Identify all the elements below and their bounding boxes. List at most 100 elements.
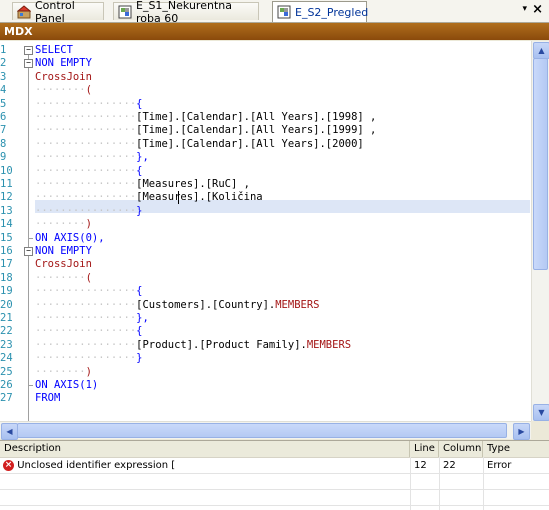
- line-number: 21: [0, 312, 13, 324]
- keyword-token: }: [136, 352, 143, 365]
- indent-whitespace: ················: [35, 298, 137, 311]
- indent-whitespace: ················: [35, 325, 137, 338]
- tab-e-s1-nekurentna-roba[interactable]: E_S1_Nekurentna roba 60: [113, 0, 259, 25]
- horizontal-scrollbar[interactable]: ◀ ▶: [0, 421, 531, 440]
- keyword-token: SELECT: [35, 44, 73, 56]
- keyword-token: },: [136, 151, 149, 164]
- line-number: 26: [0, 379, 13, 391]
- indent-whitespace: ················: [35, 191, 137, 204]
- code-line: ················[Customers].[Country].ME…: [35, 299, 320, 311]
- code-line: ················[Time].[Calendar].[All Y…: [35, 111, 376, 123]
- column-header-line[interactable]: Line: [410, 441, 439, 457]
- line-number: 27: [0, 392, 13, 405]
- line-number: 19: [0, 285, 13, 298]
- code-line: NON EMPTY: [35, 245, 92, 257]
- vertical-scroll-thumb[interactable]: [533, 58, 548, 270]
- error-icon: ×: [3, 459, 14, 471]
- text-caret: [178, 191, 179, 205]
- indent-whitespace: ················: [35, 97, 137, 110]
- error-list-panel: Description Line Column Type × Unclosed …: [0, 440, 549, 510]
- tab-label: E_S1_Nekurentna roba 60: [136, 0, 232, 25]
- line-number: 25: [0, 365, 13, 378]
- keyword-token: FROM: [35, 392, 61, 405]
- fold-toggle-icon[interactable]: −: [24, 46, 33, 55]
- keyword-token: {: [136, 325, 143, 338]
- line-number: 14: [0, 218, 13, 231]
- fold-toggle-icon[interactable]: −: [24, 59, 33, 69]
- keyword-token: },: [136, 312, 149, 324]
- line-number: 20: [0, 298, 13, 311]
- line-number: 6: [0, 111, 7, 123]
- function-token: MEMBERS: [275, 298, 320, 311]
- code-line: SELECT: [35, 44, 73, 56]
- fold-end-marker: [28, 385, 33, 386]
- column-header-description[interactable]: Description: [0, 441, 410, 457]
- fold-toggle-icon[interactable]: −: [24, 247, 33, 256]
- code-line: CrossJoin: [35, 71, 92, 83]
- line-number: 22: [0, 325, 13, 338]
- tab-e-s2-pregled[interactable]: E_S2_Pregled: [272, 1, 369, 22]
- code-line: ················{: [35, 98, 142, 110]
- indent-whitespace: ········: [35, 365, 86, 378]
- error-description: Unclosed identifier expression [: [17, 460, 176, 471]
- error-description-cell: × Unclosed identifier expression [: [0, 458, 410, 474]
- code-line: ········): [35, 218, 92, 230]
- tab-label: E_S2_Pregled: [295, 5, 369, 19]
- indent-whitespace: ················: [35, 178, 137, 190]
- scroll-right-button[interactable]: ▶: [513, 423, 530, 440]
- close-icon[interactable]: ×: [532, 2, 543, 17]
- line-number: 10: [0, 164, 13, 177]
- scroll-up-button[interactable]: ▲: [533, 42, 549, 59]
- cube-icon: [118, 5, 132, 18]
- scroll-left-button[interactable]: ◀: [1, 423, 18, 440]
- line-number: 4: [0, 84, 7, 97]
- panel-title: MDX: [0, 23, 549, 40]
- indent-whitespace: ················: [35, 285, 137, 298]
- code-text: [Time].[Calendar].[All Years].[2000]: [136, 137, 364, 150]
- function-token: CrossJoin: [35, 70, 92, 83]
- code-line: NON EMPTY: [35, 57, 92, 69]
- indent-whitespace: ················: [35, 204, 137, 217]
- scroll-down-button[interactable]: ▼: [533, 404, 549, 421]
- tab-control-panel[interactable]: Control Panel: [12, 0, 104, 25]
- error-type: Error: [487, 460, 512, 471]
- code-line: ················},: [35, 312, 149, 324]
- code-text: [Customers].[Country].: [136, 298, 276, 311]
- code-line: ················[Measures].[Količina: [35, 191, 263, 203]
- error-line: 12: [414, 460, 427, 471]
- code-line: ················}: [35, 205, 142, 217]
- code-text: [Time].[Calendar].[All Years].[1999] ,: [136, 124, 377, 137]
- code-text: [Measures].[Količina: [136, 191, 263, 204]
- indent-whitespace: ················: [35, 124, 137, 137]
- line-number: 7: [0, 124, 7, 137]
- keyword-token: NON EMPTY: [35, 245, 92, 257]
- indent-whitespace: ················: [35, 137, 137, 150]
- line-number: 9: [0, 151, 7, 164]
- keyword-token: {: [136, 164, 143, 177]
- indent-whitespace: ················: [35, 111, 137, 123]
- keyword-token: NON EMPTY: [35, 57, 92, 70]
- line-number: 17: [0, 258, 13, 271]
- line-number: 1: [0, 44, 7, 56]
- cube-icon: [277, 5, 291, 19]
- line-number: 11: [0, 178, 13, 190]
- code-line: FROM: [35, 392, 60, 404]
- keyword-token: ON AXIS(0),: [35, 231, 105, 244]
- line-number: 5: [0, 97, 7, 110]
- fold-guide: [28, 49, 29, 421]
- indent-whitespace: ················: [35, 312, 137, 324]
- control-panel-icon: [17, 4, 31, 18]
- vertical-scrollbar[interactable]: ▲ ▼: [531, 41, 549, 421]
- horizontal-scroll-thumb[interactable]: [17, 423, 507, 438]
- tab-list-dropdown-icon[interactable]: ▾: [522, 4, 527, 14]
- line-number: 12: [0, 191, 13, 204]
- function-token: (: [85, 84, 92, 97]
- column-header-type[interactable]: Type: [483, 441, 549, 457]
- mdx-code-editor[interactable]: 1− SELECT 2− NON EMPTY 3 CrossJoin 4 ········(5…: [0, 41, 531, 421]
- line-number: 16: [0, 245, 13, 257]
- code-text: [Product].[Product Family].: [136, 338, 307, 351]
- keyword-token: {: [136, 285, 143, 298]
- indent-whitespace: ················: [35, 151, 137, 164]
- function-token: CrossJoin: [35, 258, 92, 271]
- column-header-column[interactable]: Column: [439, 441, 483, 457]
